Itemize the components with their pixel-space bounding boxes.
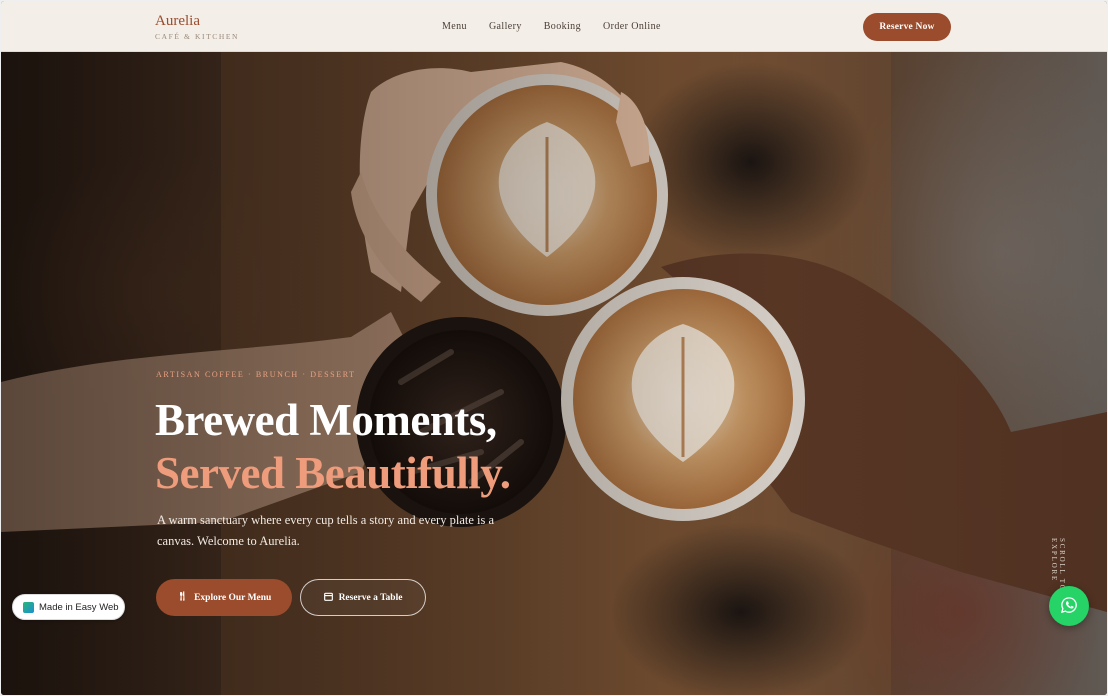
made-badge-label: Made in Easy Web xyxy=(39,601,119,613)
explore-menu-label: Explore Our Menu xyxy=(194,592,272,603)
reserve-now-button[interactable]: Reserve Now xyxy=(863,13,951,41)
headline-line-2: Served Beautifully. xyxy=(155,448,511,498)
brand-name: Aurelia xyxy=(155,13,200,29)
reserve-table-label: Reserve a Table xyxy=(338,592,403,603)
reserve-table-button[interactable]: Reserve a Table xyxy=(300,579,426,616)
nav-link-booking[interactable]: Booking xyxy=(544,21,581,32)
utensils-icon: 🍴︎ xyxy=(176,592,189,602)
hero-section: ARTISAN COFFEE · BRUNCH · DESSERT Brewed… xyxy=(1,52,1107,695)
brand-tagline: CAFÉ & KITCHEN xyxy=(155,32,240,41)
whatsapp-icon xyxy=(1060,596,1078,617)
made-in-easy-web-badge[interactable]: Made in Easy Web xyxy=(12,594,125,620)
hero-description: A warm sanctuary where every cup tells a… xyxy=(157,513,495,548)
hero-eyebrow: ARTISAN COFFEE · BRUNCH · DESSERT xyxy=(156,370,356,379)
calendar-icon xyxy=(323,592,333,604)
hero-headline: Brewed Moments, Served Beautifully. xyxy=(155,394,575,500)
headline-line-1: Brewed Moments, xyxy=(155,395,497,445)
easyweb-logo-icon xyxy=(23,601,34,613)
explore-menu-button[interactable]: 🍴︎ Explore Our Menu xyxy=(156,579,292,616)
brand-logo[interactable]: Aurelia CAFÉ & KITCHEN xyxy=(155,13,240,42)
top-nav: Aurelia CAFÉ & KITCHEN Menu Gallery Book… xyxy=(1,1,1107,52)
nav-links: Menu Gallery Booking Order Online xyxy=(442,21,661,32)
whatsapp-chat-button[interactable] xyxy=(1049,586,1089,626)
nav-link-menu[interactable]: Menu xyxy=(442,21,467,32)
nav-link-order-online[interactable]: Order Online xyxy=(603,21,661,32)
nav-link-gallery[interactable]: Gallery xyxy=(489,21,522,32)
browser-viewport: Aurelia CAFÉ & KITCHEN Menu Gallery Book… xyxy=(1,1,1107,695)
